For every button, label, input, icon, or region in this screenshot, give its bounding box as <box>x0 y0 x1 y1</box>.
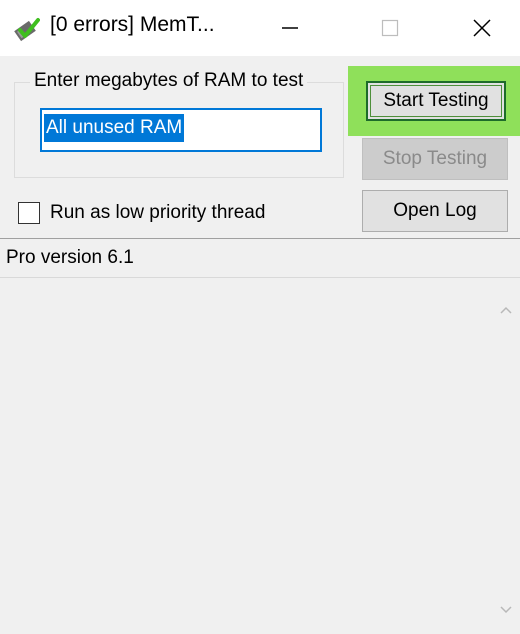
minimize-icon <box>282 27 298 29</box>
open-log-button[interactable]: Open Log <box>362 190 508 232</box>
memtest-icon <box>14 18 40 42</box>
scroll-down-button[interactable] <box>496 600 516 620</box>
close-icon <box>473 19 491 37</box>
low-priority-checkbox[interactable] <box>18 202 40 224</box>
window-title: [0 errors] MemT... <box>50 13 215 36</box>
chevron-down-icon <box>500 606 512 614</box>
maximize-icon <box>381 19 399 37</box>
log-output-area[interactable] <box>0 278 520 634</box>
start-testing-button[interactable]: Start Testing <box>366 81 506 121</box>
ram-amount-value: All unused RAM <box>44 114 185 142</box>
maximize-button[interactable] <box>354 0 426 56</box>
status-text: Pro version 6.1 <box>6 247 134 268</box>
scroll-up-button[interactable] <box>496 300 516 320</box>
chevron-up-icon <box>500 306 512 314</box>
status-bar: Pro version 6.1 <box>0 238 520 278</box>
stop-testing-button[interactable]: Stop Testing <box>362 138 508 180</box>
low-priority-label: Run as low priority thread <box>50 202 266 223</box>
minimize-button[interactable] <box>254 0 326 56</box>
low-priority-option[interactable]: Run as low priority thread <box>18 198 265 228</box>
close-button[interactable] <box>446 0 518 56</box>
title-bar[interactable]: [0 errors] MemT... <box>0 0 520 56</box>
ram-group-legend: Enter megabytes of RAM to test <box>30 70 308 92</box>
